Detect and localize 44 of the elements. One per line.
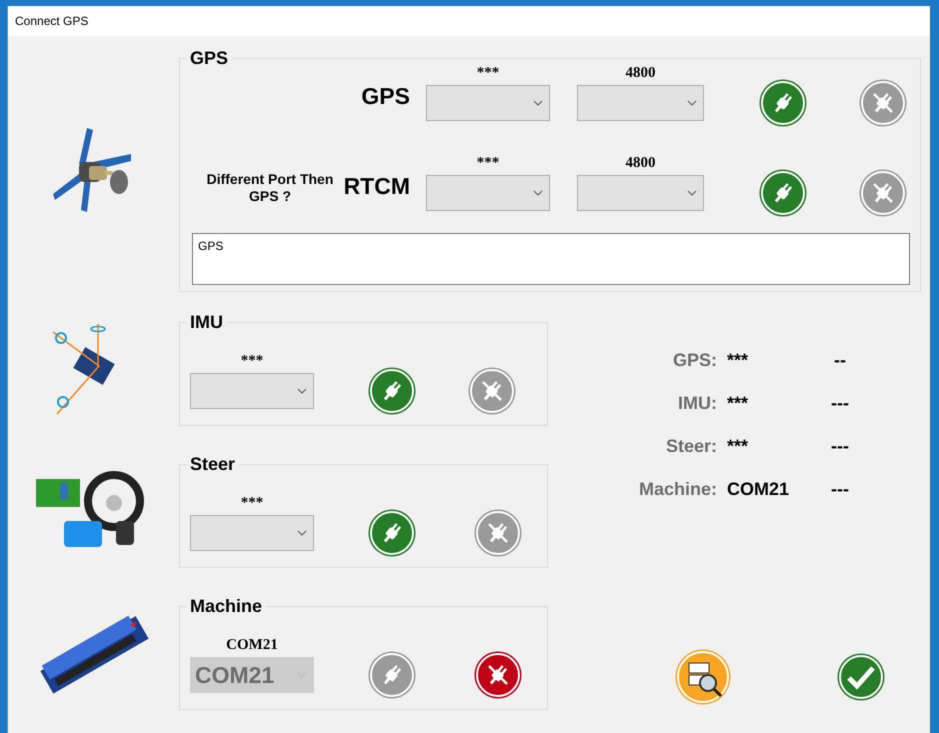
chevron-down-icon [533, 190, 543, 196]
disconnect-button[interactable] [476, 653, 520, 697]
port-label: RTCM [342, 173, 410, 199]
status-port: COM21 [727, 478, 790, 500]
chevron-down-icon [297, 530, 307, 536]
status-label: GPS: [672, 349, 718, 372]
status-state: --- [831, 436, 849, 456]
port-caption: *** [240, 353, 264, 370]
status-port: *** [727, 350, 750, 370]
connect-button[interactable] [370, 511, 414, 555]
port-hint: Different Port Then GPS ? [206, 171, 334, 205]
port-caption: 4800 [626, 65, 656, 82]
port-label: GPS [360, 83, 410, 109]
status-port: *** [727, 392, 750, 414]
status-state: -- [834, 350, 846, 370]
status-state: --- [831, 392, 849, 414]
connect-button[interactable] [370, 369, 414, 413]
chevron-down-icon [297, 388, 307, 394]
status-label: Steer: [664, 435, 718, 458]
ok-button[interactable] [839, 655, 883, 699]
log-text: GPS [198, 239, 224, 253]
chevron-down-icon [533, 100, 543, 106]
port-search-button[interactable] [677, 651, 729, 703]
status-port: *** [727, 436, 750, 456]
port-dropdown[interactable] [426, 85, 550, 121]
status-label: IMU: [677, 392, 718, 415]
chevron-down-icon [687, 190, 697, 196]
port-dropdown[interactable] [190, 515, 314, 551]
port-caption: *** [476, 155, 500, 172]
port-dropdown[interactable] [426, 175, 550, 211]
checkmark-icon [846, 664, 876, 690]
connect-button[interactable] [761, 81, 805, 125]
window-title: Connect GPS [15, 14, 88, 28]
status-state: --- [831, 478, 849, 500]
status-label: Machine: [639, 478, 718, 501]
port-caption: *** [476, 65, 500, 82]
port-dropdown[interactable] [190, 373, 314, 409]
port-caption: 4800 [626, 155, 656, 172]
port-dropdown[interactable] [577, 175, 704, 211]
port-caption: COM21 [226, 637, 278, 654]
connect-button[interactable] [761, 171, 805, 215]
port-caption: *** [240, 495, 264, 512]
port-dropdown[interactable] [577, 85, 704, 121]
chevron-down-icon [687, 100, 697, 106]
